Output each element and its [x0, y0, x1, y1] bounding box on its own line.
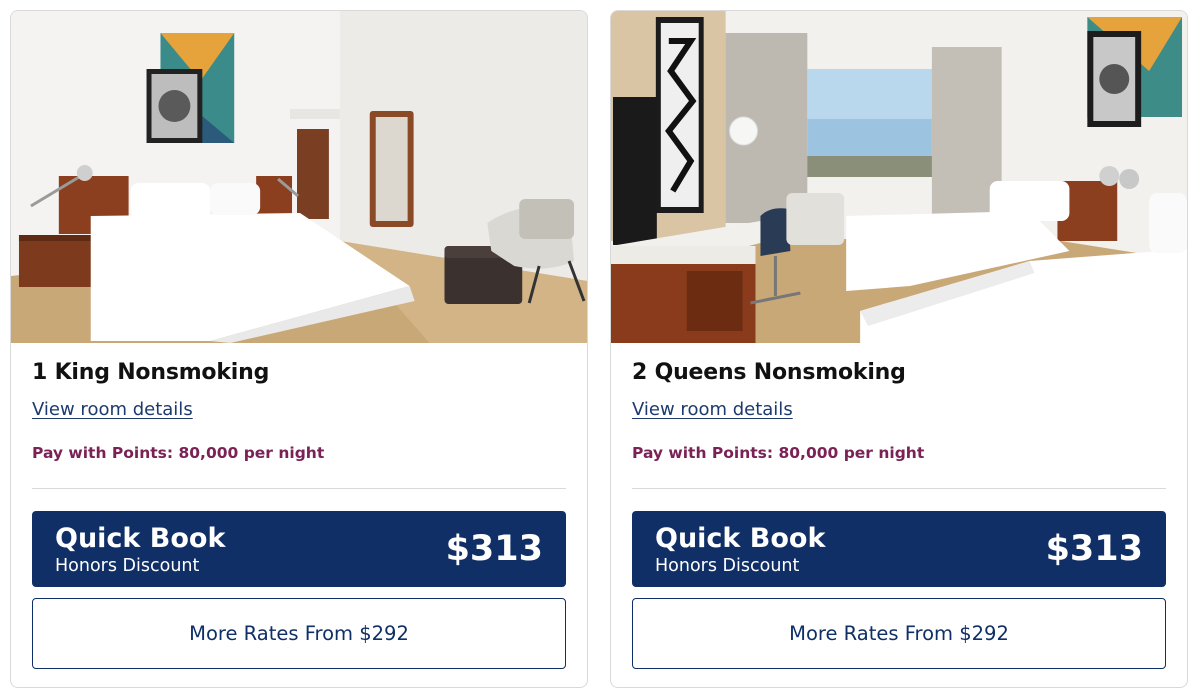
rate-price: $313 [1045, 529, 1143, 569]
room-photo[interactable] [611, 11, 1187, 343]
room-card-queens: 2 Queens Nonsmoking View room details Pa… [610, 10, 1188, 688]
room-photo[interactable] [11, 11, 587, 343]
divider [632, 488, 1166, 489]
view-room-details-link[interactable]: View room details [632, 399, 793, 421]
quick-book-button[interactable]: Quick Book Honors Discount $313 [32, 511, 566, 587]
points-price-text: Pay with Points: 80,000 per night [32, 444, 325, 462]
rate-name: Honors Discount [55, 556, 200, 576]
view-room-details-link[interactable]: View room details [32, 399, 193, 421]
quick-book-label: Quick Book [55, 523, 226, 554]
room-photo-queens-illustration [611, 11, 1187, 343]
quick-book-button[interactable]: Quick Book Honors Discount $313 [632, 511, 1166, 587]
room-title: 2 Queens Nonsmoking [632, 360, 906, 385]
room-results-grid: 1 King Nonsmoking View room details Pay … [0, 0, 1200, 700]
points-price-text: Pay with Points: 80,000 per night [632, 444, 925, 462]
quick-book-label: Quick Book [655, 523, 826, 554]
room-photo-king-illustration [11, 11, 587, 343]
rate-price: $313 [445, 529, 543, 569]
room-title: 1 King Nonsmoking [32, 360, 270, 385]
more-rates-button[interactable]: More Rates From $292 [632, 598, 1166, 669]
rate-name: Honors Discount [655, 556, 800, 576]
room-card-king: 1 King Nonsmoking View room details Pay … [10, 10, 588, 688]
divider [32, 488, 566, 489]
more-rates-button[interactable]: More Rates From $292 [32, 598, 566, 669]
